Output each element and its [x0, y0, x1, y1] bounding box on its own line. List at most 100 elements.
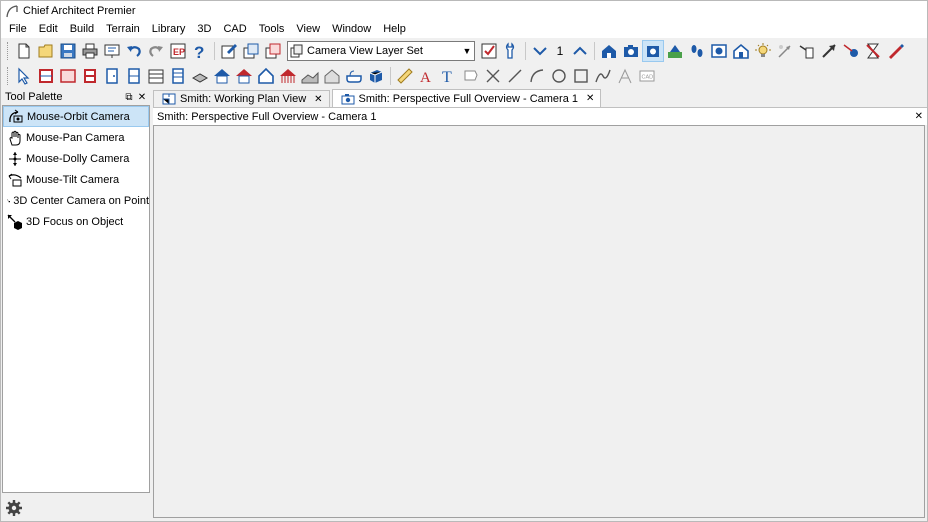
stair-tools-button[interactable] — [145, 65, 167, 87]
orbit-camera-mode-button[interactable] — [642, 40, 664, 62]
arc-tools-button[interactable] — [526, 65, 548, 87]
cube-tools-button[interactable] — [365, 65, 387, 87]
help-button[interactable]: ? — [189, 40, 211, 62]
layer-display-button[interactable] — [240, 40, 262, 62]
build-house-button[interactable] — [233, 65, 255, 87]
text-tools-button[interactable]: T — [438, 65, 460, 87]
plant-tools-button[interactable] — [299, 65, 321, 87]
backdrop-button[interactable] — [796, 40, 818, 62]
menu-build[interactable]: Build — [64, 21, 100, 38]
house-frame-icon — [258, 67, 274, 84]
layer-checklist-button[interactable] — [478, 40, 500, 62]
menu-window[interactable]: Window — [326, 21, 377, 38]
palette-item-3d-center-camera-on-point[interactable]: 3D Center Camera on Point — [3, 190, 149, 211]
terrain-tools-button[interactable] — [277, 65, 299, 87]
circle-icon — [552, 69, 566, 83]
build-toolbar: A T CAD — [1, 63, 927, 89]
palette-item-mouse-pan-camera[interactable]: Mouse-Pan Camera — [3, 127, 149, 148]
menu-terrain[interactable]: Terrain — [100, 21, 146, 38]
full-camera-button[interactable] — [598, 40, 620, 62]
close-icon[interactable]: ✕ — [915, 111, 923, 122]
palette-item-3d-focus-on-object[interactable]: 3D Focus on Object — [3, 211, 149, 232]
library-tools-button[interactable] — [343, 65, 365, 87]
redo-button[interactable] — [145, 40, 167, 62]
revision-cloud-button[interactable] — [614, 65, 636, 87]
sun-angle-button[interactable] — [774, 40, 796, 62]
floor-tools-button[interactable] — [189, 65, 211, 87]
menu-edit[interactable]: Edit — [33, 21, 64, 38]
exterior-view-button[interactable] — [730, 40, 752, 62]
callout-tools-button[interactable] — [460, 65, 482, 87]
room-tools-icon — [60, 69, 76, 83]
material-painter-button[interactable] — [884, 40, 906, 62]
markers-button[interactable] — [482, 65, 504, 87]
framing-tools-button[interactable] — [167, 65, 189, 87]
help-context-button[interactable]: EP — [167, 40, 189, 62]
gear-icon[interactable] — [5, 499, 23, 517]
menu-tools[interactable]: Tools — [253, 21, 291, 38]
menu-file[interactable]: File — [3, 21, 33, 38]
walkthrough-button[interactable] — [664, 40, 686, 62]
line-tools-button[interactable] — [504, 65, 526, 87]
dimension-camera-button[interactable] — [818, 40, 840, 62]
lighting-button[interactable] — [752, 40, 774, 62]
close-icon[interactable]: ✕ — [314, 94, 322, 105]
undo-button[interactable] — [123, 40, 145, 62]
select-objects-button[interactable] — [13, 65, 35, 87]
print-button[interactable] — [79, 40, 101, 62]
menu-3d[interactable]: 3D — [191, 21, 217, 38]
palette-item-mouse-dolly-camera[interactable]: Mouse-Dolly Camera — [3, 148, 149, 169]
camera-icon — [341, 93, 355, 104]
down-floor-button[interactable] — [529, 40, 551, 62]
fence-tools-button[interactable] — [321, 65, 343, 87]
window-tools-button[interactable] — [123, 65, 145, 87]
tool-palette: Tool Palette ⧉ ✕ Mouse-Orbit Camera Mous… — [1, 89, 151, 521]
save-button[interactable] — [57, 40, 79, 62]
tab-working-plan-view[interactable]: Smith: Working Plan View ✕ — [153, 90, 330, 107]
cad-block-button[interactable]: CAD — [636, 65, 658, 87]
menu-cad[interactable]: CAD — [217, 21, 252, 38]
toolbar-grip[interactable] — [7, 42, 10, 60]
new-plan-button[interactable] — [13, 40, 35, 62]
presentation-button[interactable] — [101, 40, 123, 62]
roof-tools-button[interactable] — [211, 65, 233, 87]
text-tools-red-button[interactable]: A — [416, 65, 438, 87]
wall-tools-button[interactable] — [35, 65, 57, 87]
preferences-button[interactable] — [500, 40, 522, 62]
box-tools-button[interactable] — [570, 65, 592, 87]
ray-trace-button[interactable] — [840, 40, 862, 62]
close-icon[interactable]: ✕ — [586, 93, 594, 104]
ray-trace-stop-button[interactable] — [862, 40, 884, 62]
palette-item-mouse-tilt-camera[interactable]: Mouse-Tilt Camera — [3, 169, 149, 190]
layer-set-dropdown[interactable]: Camera View Layer Set ▼ — [287, 41, 475, 61]
camera-button[interactable] — [620, 40, 642, 62]
close-icon[interactable]: ✕ — [137, 92, 147, 103]
pan-hand-icon — [9, 130, 21, 145]
menu-help[interactable]: Help — [377, 21, 412, 38]
circle-tools-button[interactable] — [548, 65, 570, 87]
spline-tools-button[interactable] — [592, 65, 614, 87]
tab-perspective-full-overview[interactable]: Smith: Perspective Full Overview - Camer… — [331, 89, 602, 107]
checklist-icon — [481, 43, 497, 59]
dimension-tools-button[interactable] — [394, 65, 416, 87]
arc-icon — [530, 69, 544, 83]
layer-set-button[interactable] — [262, 40, 284, 62]
line-icon — [508, 69, 522, 83]
up-floor-button[interactable] — [569, 40, 591, 62]
framing-house-button[interactable] — [255, 65, 277, 87]
edit-layer-button[interactable] — [218, 40, 240, 62]
cabinet-tools-button[interactable] — [79, 65, 101, 87]
float-panel-icon[interactable]: ⧉ — [124, 92, 134, 103]
footprints-button[interactable] — [686, 40, 708, 62]
room-tools-button[interactable] — [57, 65, 79, 87]
palette-item-label: 3D Focus on Object — [26, 215, 124, 228]
palette-item-mouse-orbit-camera[interactable]: Mouse-Orbit Camera — [3, 106, 149, 127]
door-tools-button[interactable] — [101, 65, 123, 87]
paint-brush-icon — [889, 44, 904, 59]
toolbar-grip[interactable] — [7, 67, 10, 85]
record-walkthrough-button[interactable] — [708, 40, 730, 62]
3d-view-canvas[interactable] — [153, 125, 925, 518]
menu-view[interactable]: View — [290, 21, 326, 38]
open-button[interactable] — [35, 40, 57, 62]
menu-library[interactable]: Library — [146, 21, 192, 38]
